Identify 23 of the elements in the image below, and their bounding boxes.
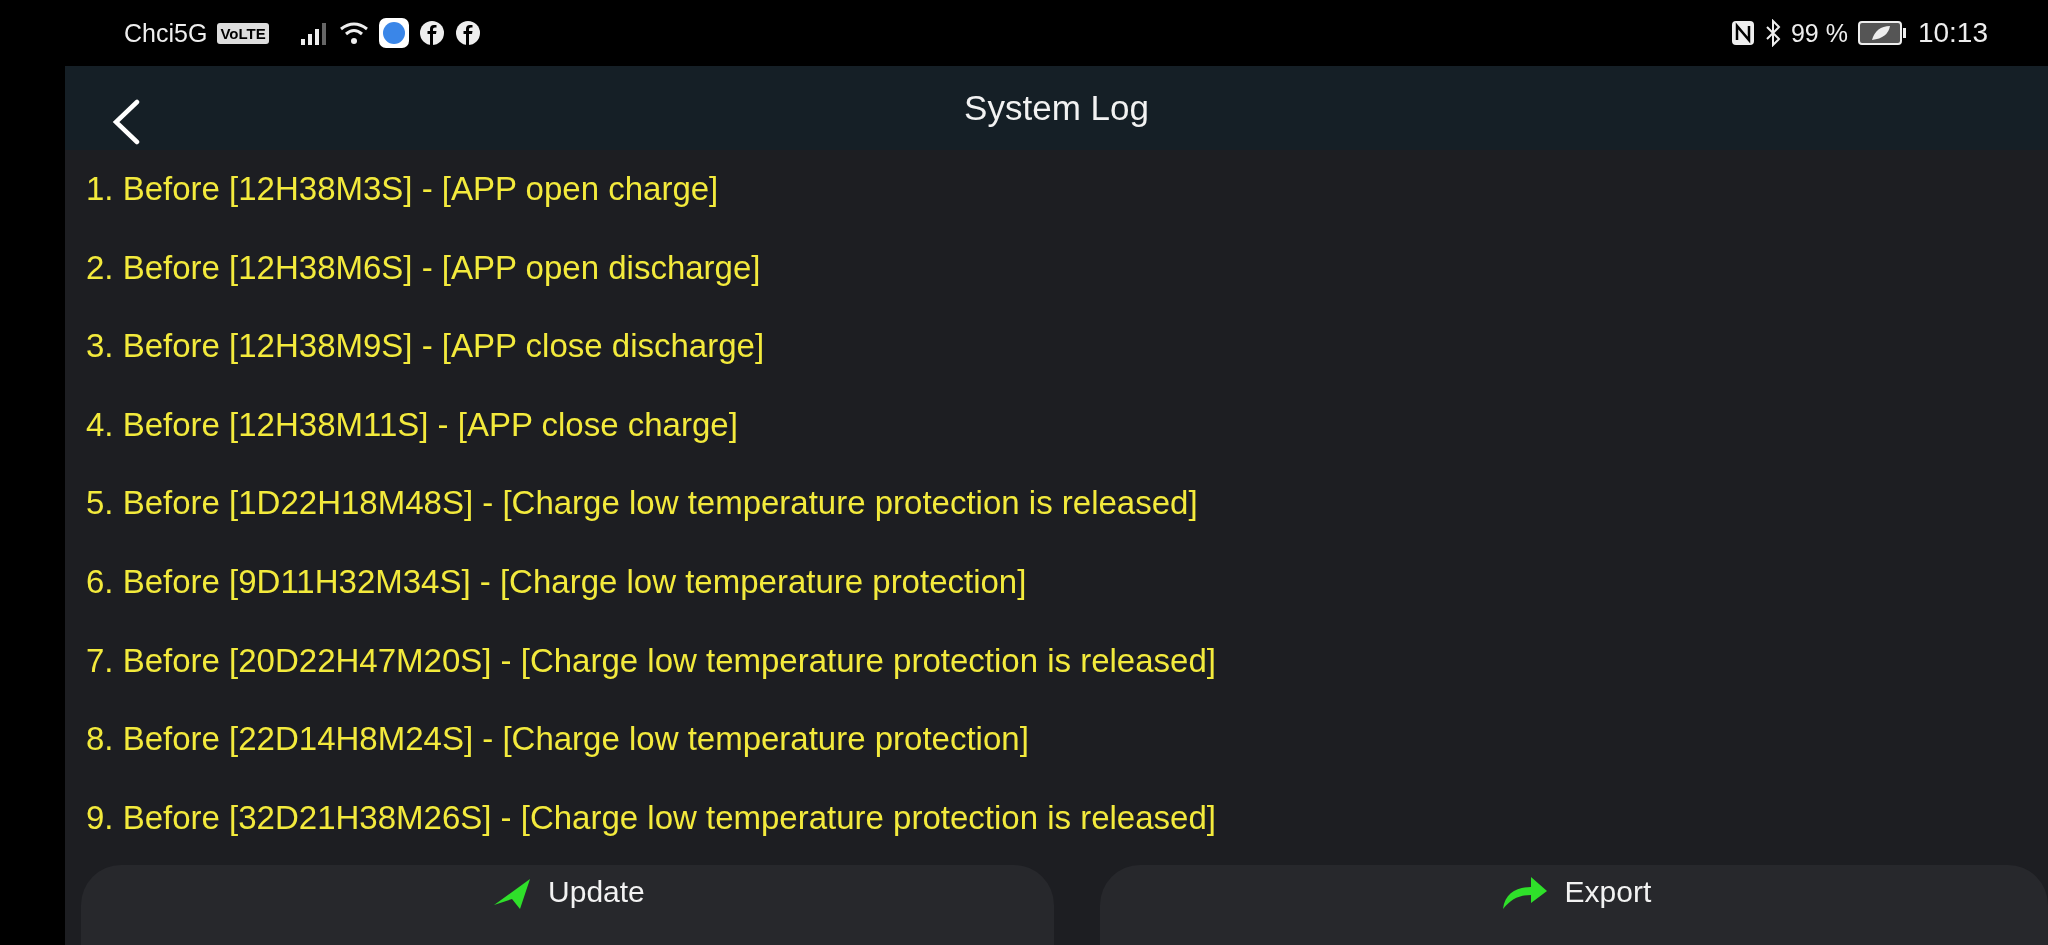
battery-percentage: 99 % bbox=[1790, 18, 1848, 48]
log-entry: 6. Before [9D11H32M34S] - [Charge low temperature protection] bbox=[86, 561, 1028, 602]
log-entry: 3. Before [12H38M9S] - [APP close discharge] bbox=[86, 326, 766, 367]
log-entry: 8. Before [22D14H8M24S] - [Charge low temperature protection] bbox=[86, 719, 1030, 760]
wifi-icon bbox=[338, 21, 369, 45]
log-entry: 4. Before [12H38M11S] - [APP close charge] bbox=[86, 404, 739, 445]
log-entry: 9. Before [32D21H38M26S] - [Charge low temperature protection is released] bbox=[86, 797, 1217, 838]
facebook-icon bbox=[418, 20, 445, 46]
nfc-icon bbox=[1730, 20, 1755, 46]
signal-icon bbox=[298, 21, 329, 45]
log-entry: 5. Before [1D22H18M48S] - [Charge low temperature protection is released] bbox=[86, 483, 1199, 524]
network-badge: VoLTE bbox=[217, 22, 269, 44]
bluetooth-icon bbox=[1764, 19, 1781, 47]
battery-icon bbox=[1857, 20, 1908, 46]
update-button[interactable]: Update bbox=[81, 865, 1054, 945]
carrier-name: Chci5G bbox=[124, 18, 208, 48]
facebook-icon bbox=[454, 20, 481, 46]
export-button[interactable]: Export bbox=[1099, 865, 2048, 945]
log-entry: 1. Before [12H38M3S] - [APP open charge] bbox=[86, 168, 720, 209]
clock-time: 10:13 bbox=[1917, 17, 1988, 49]
log-entry: 2. Before [12H38M6S] - [APP open discharge] bbox=[86, 247, 762, 288]
page-title: System Log bbox=[964, 87, 1149, 128]
log-entry: 7. Before [20D22H47M20S] - [Charge low temperature protection is released] bbox=[86, 640, 1217, 681]
